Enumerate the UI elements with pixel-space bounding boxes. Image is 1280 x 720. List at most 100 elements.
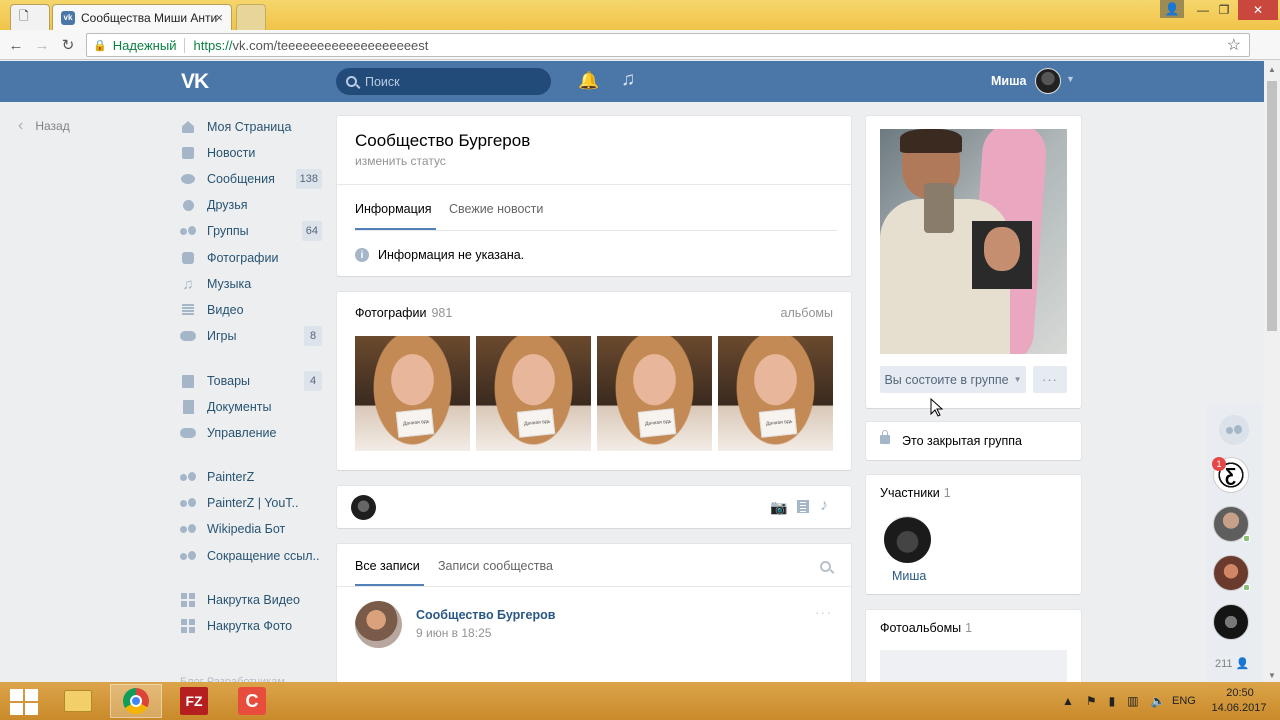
tab-fresh-news[interactable]: Свежие новости: [449, 202, 543, 216]
post-author[interactable]: Сообщество Бургеров: [416, 608, 555, 622]
photo-thumbnail[interactable]: Дачная вдь: [476, 336, 591, 451]
sidebar-item-label: Видео: [207, 303, 244, 317]
search-input[interactable]: Поиск: [336, 68, 551, 95]
info-text: Информация не указана.: [378, 248, 525, 262]
power-icon[interactable]: ▮: [1109, 694, 1116, 708]
back-arrow-icon[interactable]: ←: [6, 35, 26, 55]
reload-icon[interactable]: ↻: [58, 35, 78, 55]
counter-badge: 8: [304, 326, 322, 346]
online-count[interactable]: 211 👤: [1215, 657, 1249, 670]
photos-title[interactable]: Фотографии 981: [355, 306, 452, 320]
edit-status-link[interactable]: изменить статус: [355, 154, 446, 168]
member-name[interactable]: Миша: [892, 569, 926, 583]
scrollbar-thumb[interactable]: [1267, 81, 1277, 331]
avatar: [351, 495, 376, 520]
search-icon[interactable]: [820, 561, 831, 572]
notifications-bell-icon[interactable]: 🔔: [578, 71, 599, 91]
sidebar-item[interactable]: Друзья: [180, 193, 322, 217]
browser-tab-active[interactable]: vk Сообщества Миши Анти ×: [52, 4, 232, 30]
maximize-icon[interactable]: ❐: [1212, 0, 1236, 20]
forward-arrow-icon[interactable]: →: [32, 35, 52, 55]
file-explorer-taskbar-button[interactable]: [52, 684, 104, 718]
close-tab-icon[interactable]: ×: [215, 10, 223, 25]
windows-start-icon[interactable]: [8, 687, 38, 717]
sidebar-item[interactable]: Игры 8: [180, 324, 322, 348]
sidebar-item[interactable]: Накрутка Фото: [180, 614, 322, 638]
sidebar-item[interactable]: Группы 64: [180, 219, 322, 243]
tab-all-posts[interactable]: Все записи: [355, 559, 420, 573]
photo-note: Дачная вдь: [516, 408, 556, 438]
clock-time[interactable]: 20:50: [1213, 687, 1267, 699]
people-shape: [1226, 424, 1242, 436]
attach-photo-icon[interactable]: 📷: [770, 499, 787, 516]
tab-information[interactable]: Информация: [355, 202, 432, 216]
sidebar-item[interactable]: Фотографии: [180, 246, 322, 270]
albums-title[interactable]: Фотоальбомы 1: [880, 621, 972, 635]
clock-date[interactable]: 14.06.2017: [1210, 702, 1268, 714]
sidebar-item[interactable]: Сообщения 138: [180, 167, 322, 191]
sidebar-item[interactable]: Управление: [180, 421, 322, 445]
avatar[interactable]: [355, 601, 402, 648]
sidebar-item[interactable]: Документы: [180, 395, 322, 419]
sidebar-item-label: Сокращение ссыл..: [207, 549, 320, 563]
window-close-icon[interactable]: ✕: [1238, 0, 1278, 20]
tray-expand-icon[interactable]: ▲: [1062, 694, 1074, 708]
browser-tab-blank[interactable]: 🗋: [10, 4, 50, 30]
more-actions-button[interactable]: ···: [1033, 366, 1067, 393]
chrome-taskbar-button[interactable]: [110, 684, 162, 718]
avatar[interactable]: [1035, 68, 1061, 94]
back-link[interactable]: ‹ Назад: [18, 117, 70, 135]
vk-logo[interactable]: VK: [181, 70, 209, 94]
sidebar-item[interactable]: ♫ Музыка: [180, 272, 322, 296]
albums-link[interactable]: альбомы: [781, 306, 833, 320]
friends-icon[interactable]: [1219, 415, 1249, 445]
post-date[interactable]: 9 июн в 18:25: [416, 626, 491, 640]
page-scrollbar[interactable]: ▲ ▼: [1264, 61, 1280, 682]
music-icon[interactable]: ♫: [621, 69, 635, 91]
lock-icon: 🔒: [93, 39, 107, 52]
photo-thumbnail[interactable]: Дачная вдь: [597, 336, 712, 451]
new-post-box[interactable]: 📷 ♪: [337, 486, 851, 528]
attach-music-icon[interactable]: ♪: [820, 497, 828, 515]
sidebar-item-label: Товары: [207, 374, 250, 388]
sidebar-item[interactable]: Накрутка Видео: [180, 588, 322, 612]
news-icon: [180, 146, 196, 160]
sidebar-item[interactable]: PainterZ: [180, 465, 322, 489]
sidebar-item[interactable]: Моя Страница: [180, 115, 322, 139]
scroll-down-icon[interactable]: ▼: [1268, 671, 1276, 680]
chevron-down-icon: ▼: [1013, 375, 1022, 384]
sidebar-item[interactable]: Видео: [180, 298, 322, 322]
sidebar-item[interactable]: Новости: [180, 141, 322, 165]
attach-video-icon[interactable]: [797, 500, 809, 513]
chat-avatar[interactable]: [1213, 604, 1249, 640]
photo-thumbnail[interactable]: Дачная вдь: [718, 336, 833, 451]
members-title[interactable]: Участники 1: [880, 486, 951, 500]
user-name[interactable]: Миша: [991, 74, 1026, 88]
group-photo[interactable]: [880, 129, 1067, 354]
secure-label: Надежный: [113, 37, 186, 53]
ccleaner-taskbar-button[interactable]: C: [226, 684, 278, 718]
profile-icon[interactable]: 👤: [1160, 0, 1184, 18]
volume-icon[interactable]: 🔈: [1151, 694, 1166, 708]
sidebar-item[interactable]: Сокращение ссыл..: [180, 544, 322, 568]
url-input[interactable]: 🔒 Надежный https:// vk.com/teeeeeeeeeeee…: [86, 33, 1250, 57]
sidebar-item-label: Управление: [207, 426, 277, 440]
avatar[interactable]: [884, 516, 931, 563]
flag-icon[interactable]: ⚑: [1086, 694, 1097, 708]
sidebar-item[interactable]: PainterZ | YouT..: [180, 491, 322, 515]
system-tray: ▲ ⚑ ▮ ▥ 🔈: [1056, 682, 1172, 720]
language-indicator[interactable]: ENG: [1172, 695, 1196, 707]
chevron-down-icon[interactable]: ▼: [1066, 74, 1075, 84]
bookmark-star-icon[interactable]: ☆: [1227, 35, 1241, 55]
new-tab-button[interactable]: [236, 4, 266, 30]
membership-button[interactable]: Вы состоите в группе ▼: [880, 366, 1026, 393]
network-icon[interactable]: ▥: [1127, 694, 1138, 708]
sidebar-item[interactable]: Товары 4: [180, 369, 322, 393]
tab-community-posts[interactable]: Записи сообщества: [438, 559, 553, 573]
photo-thumbnail[interactable]: Дачная вдь: [355, 336, 470, 451]
filezilla-taskbar-button[interactable]: FZ: [168, 684, 220, 718]
scroll-up-icon[interactable]: ▲: [1268, 65, 1276, 74]
sidebar-item[interactable]: Wikipedia Бот: [180, 517, 322, 541]
video-icon: [180, 303, 196, 317]
more-icon[interactable]: ···: [815, 604, 832, 620]
